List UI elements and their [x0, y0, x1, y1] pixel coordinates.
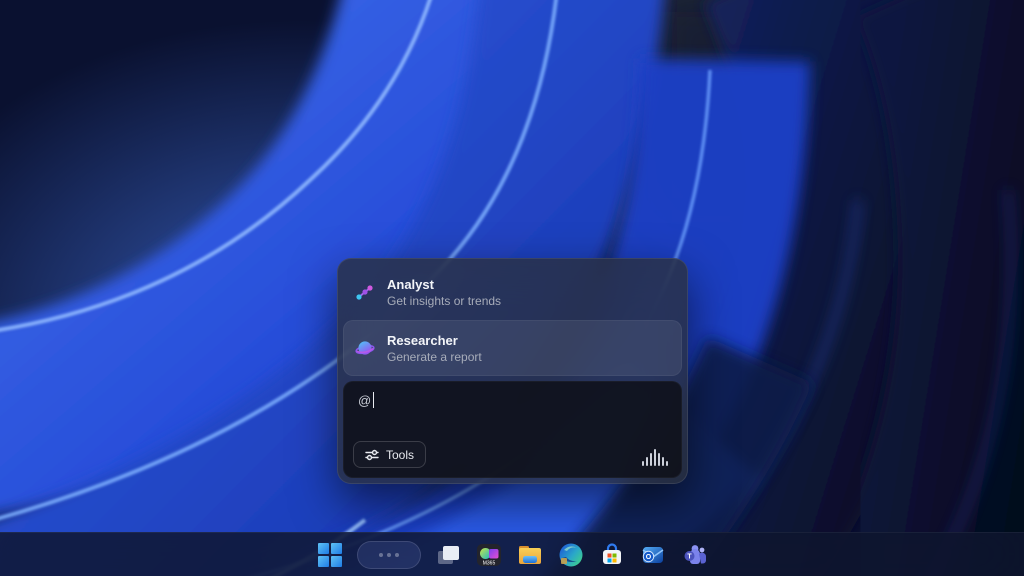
outlook-icon: O [640, 542, 666, 568]
agent-name: Researcher [387, 332, 482, 349]
agent-option-analyst[interactable]: Analyst Get insights or trends [343, 264, 682, 320]
teams-icon: T [681, 542, 707, 568]
composer-input[interactable]: @ Tools [343, 381, 682, 478]
file-explorer-button[interactable] [516, 541, 544, 569]
agent-description: Get insights or trends [387, 293, 501, 309]
outlook-button[interactable]: O [639, 541, 667, 569]
trend-scatter-icon [355, 282, 375, 302]
copilot-popup: Analyst Get insights or trends Researche… [337, 258, 688, 484]
agent-name: Analyst [387, 276, 501, 293]
microsoft-365-button[interactable]: M365 [475, 541, 503, 569]
task-view-button[interactable] [434, 541, 462, 569]
edge-button[interactable] [557, 541, 585, 569]
agent-description: Generate a report [387, 349, 482, 365]
voice-waveform-icon[interactable] [642, 448, 668, 466]
start-icon [317, 542, 343, 568]
search-pill-glyph [387, 553, 391, 557]
microsoft-365-icon: M365 [476, 542, 502, 568]
sliders-icon [365, 449, 379, 461]
task-view-icon [435, 542, 461, 568]
search-pill[interactable] [357, 541, 421, 569]
microsoft-store-icon [599, 542, 625, 568]
file-explorer-icon [517, 542, 543, 568]
teams-button[interactable]: T [680, 541, 708, 569]
planet-icon [355, 338, 375, 358]
start-button[interactable] [316, 541, 344, 569]
agent-option-researcher[interactable]: Researcher Generate a report [343, 320, 682, 376]
microsoft-store-button[interactable] [598, 541, 626, 569]
m365-badge-label: M365 [483, 560, 496, 566]
teams-badge-label: T [687, 553, 692, 560]
tools-button-label: Tools [386, 448, 414, 462]
taskbar: M365 [0, 532, 1024, 576]
outlook-badge-label: O [646, 554, 652, 561]
composer-text: @ [358, 393, 371, 408]
search-pill-glyph [379, 553, 383, 557]
search-pill-glyph [395, 553, 399, 557]
tools-button[interactable]: Tools [353, 441, 426, 468]
text-caret [373, 392, 374, 408]
edge-icon [558, 542, 584, 568]
